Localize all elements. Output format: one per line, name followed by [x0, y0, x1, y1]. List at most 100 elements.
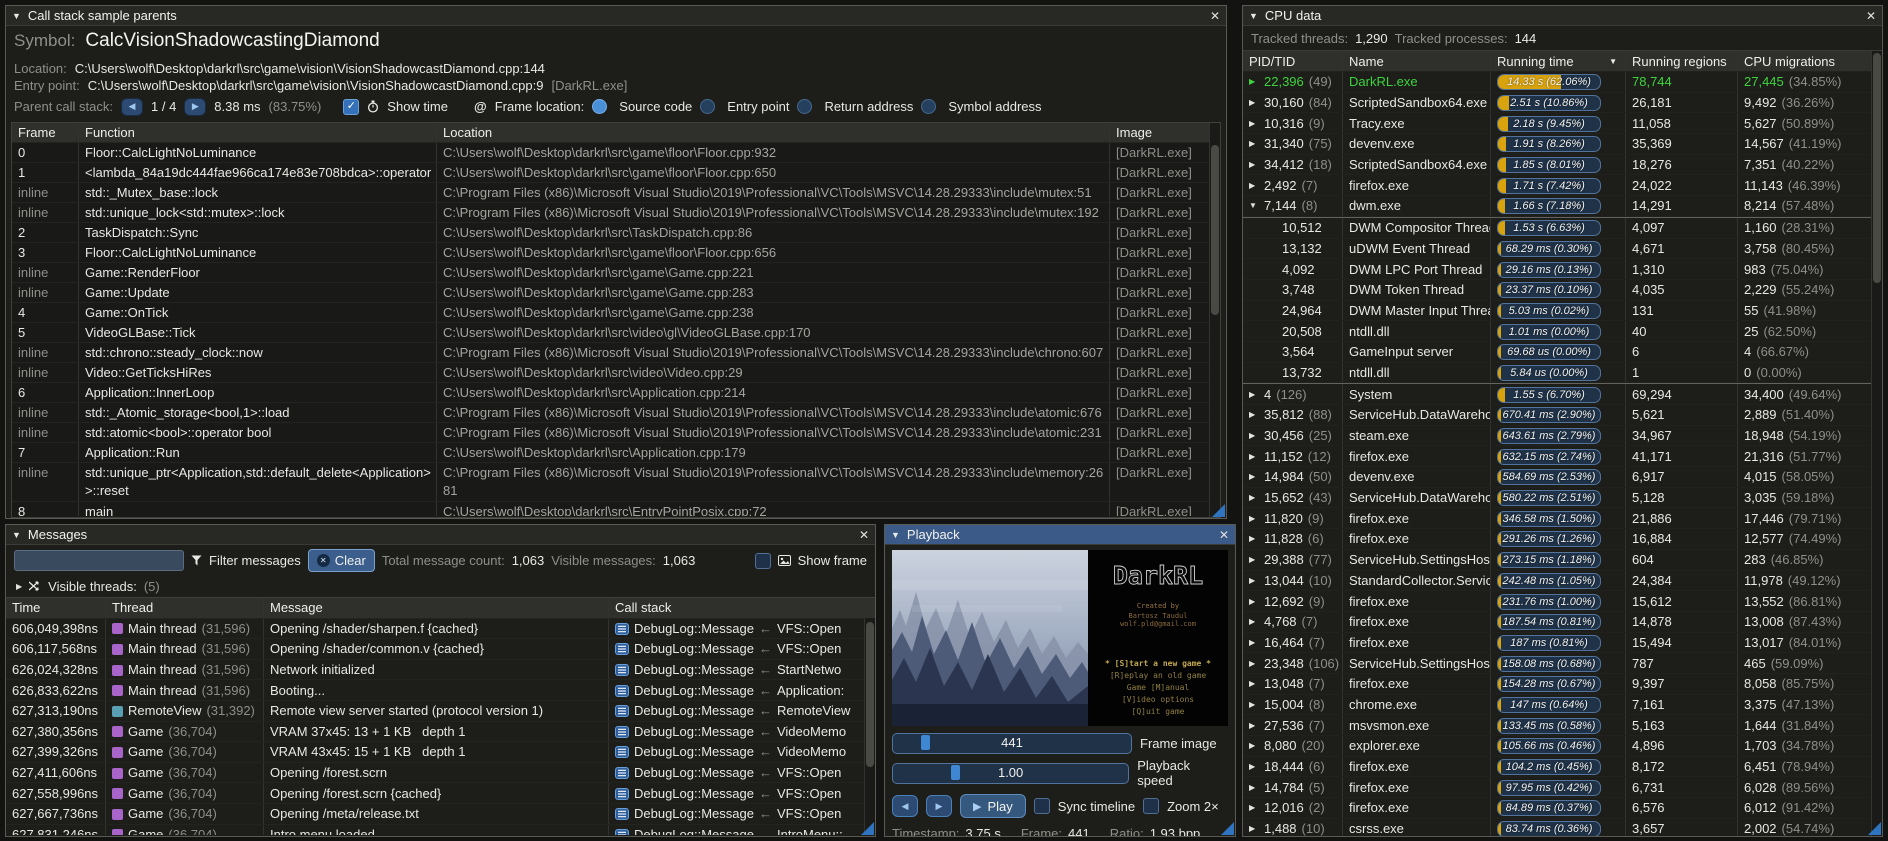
expand-arrow-icon[interactable]: ▶ [1249, 696, 1259, 714]
zoom-2x-checkbox[interactable] [1143, 798, 1159, 814]
cpu-row[interactable]: ▶14,984(50)devenv.exe584.69 ms (2.53%)6,… [1243, 467, 1882, 488]
col-thread[interactable]: Thread [106, 598, 264, 618]
expand-arrow-icon[interactable]: ▶ [1249, 779, 1259, 797]
radio-source-code-label[interactable]: Source code [619, 99, 692, 114]
resize-grip[interactable] [1868, 822, 1881, 835]
expand-arrow-icon[interactable]: ▶ [1249, 572, 1259, 590]
radio-symbol-address[interactable] [921, 99, 936, 114]
collapse-icon[interactable]: ▼ [12, 530, 21, 540]
cpu-row[interactable]: ▶12,692(9)firefox.exe231.76 ms (1.00%)15… [1243, 591, 1882, 612]
cpu-row[interactable]: 13,132uDWM Event Thread68.29 ms (0.30%)4… [1243, 239, 1882, 260]
callstack-row[interactable]: 0Floor::CalcLightNoLuminanceC:\Users\wol… [12, 143, 1220, 163]
expand-arrow-icon[interactable]: ▶ [1249, 737, 1259, 755]
close-icon[interactable]: ✕ [1210, 9, 1220, 23]
callstack-row[interactable]: 6Application::InnerLoopC:\Users\wolf\Des… [12, 383, 1220, 403]
expand-arrow-icon[interactable]: ▶ [1249, 593, 1259, 611]
radio-return-address[interactable] [797, 99, 812, 114]
cpu-row[interactable]: ▶27,536(7)msvsmon.exe133.45 ms (0.58%)5,… [1243, 715, 1882, 736]
resize-grip[interactable] [861, 822, 874, 835]
col-cpu-migrations[interactable]: CPU migrations [1738, 51, 1882, 71]
clear-button[interactable]: ✕Clear [308, 549, 375, 572]
expand-icon[interactable]: ▶ [16, 582, 22, 591]
show-frame-checkbox[interactable] [755, 553, 771, 569]
callstack-row[interactable]: 2TaskDispatch::SyncC:\Users\wolf\Desktop… [12, 223, 1220, 243]
cpu-row[interactable]: ▶34,412(18)ScriptedSandbox64.exe1.85 s (… [1243, 155, 1882, 176]
callstack-list-icon[interactable] [615, 685, 629, 697]
entry-point-value[interactable]: C:\Users\wolf\Desktop\darkrl\src\game\vi… [88, 78, 544, 93]
col-function[interactable]: Function [79, 123, 437, 142]
col-frame[interactable]: Frame [12, 123, 79, 142]
expand-arrow-icon[interactable]: ▶ [1249, 530, 1259, 548]
expand-arrow-icon[interactable]: ▶ [1249, 406, 1259, 424]
cpu-row[interactable]: 4,092DWM LPC Port Thread29.16 ms (0.13%)… [1243, 259, 1882, 280]
next-callstack-button[interactable]: ▶ [184, 98, 206, 116]
expand-arrow-icon[interactable]: ▶ [1249, 799, 1259, 817]
scrollbar-thumb[interactable] [866, 622, 874, 767]
message-row[interactable]: 606,117,568nsMain thread(31,596)Opening … [6, 639, 875, 660]
frame-image-slider[interactable]: 441 [892, 733, 1132, 754]
scrollbar-thumb[interactable] [1873, 53, 1881, 283]
collapse-icon[interactable]: ▼ [12, 11, 21, 21]
playback-speed-slider[interactable]: 1.00 [892, 763, 1129, 784]
col-location[interactable]: Location [437, 123, 1110, 142]
col-image[interactable]: Image [1110, 123, 1220, 142]
expand-arrow-icon[interactable]: ▶ [1249, 675, 1259, 693]
cpu-row[interactable]: ▶23,348(106)ServiceHub.SettingsHost158.0… [1243, 653, 1882, 674]
callstack-list-icon[interactable] [615, 788, 629, 800]
callstack-scrollbar[interactable] [1209, 123, 1220, 517]
cpu-row[interactable]: ▼7,144(8)dwm.exe1.66 s (7.18%)14,2918,21… [1243, 196, 1882, 217]
cpu-row[interactable]: ▶15,652(43)ServiceHub.DataWarehou580.22 … [1243, 488, 1882, 509]
step-back-button[interactable]: ◀ [892, 795, 918, 817]
filter-input[interactable] [14, 550, 184, 571]
col-pid-tid[interactable]: PID/TID [1243, 51, 1343, 71]
expand-arrow-icon[interactable]: ▶ [1249, 758, 1259, 776]
cpu-row[interactable]: ▶31,340(75)devenv.exe1.91 s (8.26%)35,36… [1243, 134, 1882, 155]
cpu-row[interactable]: ▶13,044(10)StandardCollector.Servic242.4… [1243, 571, 1882, 592]
message-row[interactable]: 627,411,606nsGame(36,704)Opening /forest… [6, 763, 875, 784]
expand-arrow-icon[interactable]: ▶ [1249, 820, 1259, 837]
expand-arrow-icon[interactable]: ▶ [1249, 448, 1259, 466]
message-row[interactable]: 627,313,190nsRemoteView(31,392)Remote vi… [6, 701, 875, 722]
message-row[interactable]: 627,667,736nsGame(36,704)Opening /meta/r… [6, 804, 875, 825]
expand-arrow-icon[interactable]: ▶ [1249, 427, 1259, 445]
cpu-row[interactable]: 10,512DWM Compositor Thread1.53 s (6.63%… [1243, 217, 1882, 239]
message-row[interactable]: 626,833,622nsMain thread(31,596)Booting.… [6, 680, 875, 701]
message-row[interactable]: 627,831,246nsGame(36,704)Intro menu load… [6, 825, 875, 835]
cpu-row[interactable]: ▶15,004(8)chrome.exe147 ms (0.64%)7,1613… [1243, 695, 1882, 716]
sync-timeline-label[interactable]: Sync timeline [1058, 799, 1135, 814]
col-time[interactable]: Time [6, 598, 106, 618]
cpu-row[interactable]: 24,964DWM Master Input Threa5.03 ms (0.0… [1243, 301, 1882, 322]
cpu-row[interactable]: ▶12,016(2)firefox.exe84.89 ms (0.37%)6,5… [1243, 798, 1882, 819]
message-row[interactable]: 627,399,326nsGame(36,704)VRAM 43x45: 15 … [6, 742, 875, 763]
radio-return-address-label[interactable]: Return address [824, 99, 913, 114]
message-row[interactable]: 606,049,398nsMain thread(31,596)Opening … [6, 619, 875, 640]
callstack-list-icon[interactable] [615, 829, 629, 835]
expand-arrow-icon[interactable]: ▶ [1249, 177, 1259, 195]
col-running-time[interactable]: Running time▼ [1491, 51, 1626, 71]
visible-threads-row[interactable]: ▶ Visible threads: (5) [6, 576, 875, 597]
callstack-row[interactable]: 8mainC:\Users\wolf\Desktop\darkrl\src\En… [12, 502, 1220, 516]
show-time-label[interactable]: Show time [387, 99, 448, 114]
expand-arrow-icon[interactable]: ▶ [1249, 386, 1259, 404]
collapse-arrow-icon[interactable]: ▼ [1249, 197, 1259, 215]
location-value[interactable]: C:\Users\wolf\Desktop\darkrl\src\game\vi… [75, 61, 545, 76]
callstack-list-icon[interactable] [615, 808, 629, 820]
step-forward-button[interactable]: ▶ [926, 795, 952, 817]
callstack-row[interactable]: inlinestd::unique_ptr<Application,std::d… [12, 463, 1220, 502]
callstack-row[interactable]: inlineGame::UpdateC:\Users\wolf\Desktop\… [12, 283, 1220, 303]
cpu-row[interactable]: ▶11,152(12)firefox.exe632.15 ms (2.74%)4… [1243, 446, 1882, 467]
cpu-row[interactable]: ▶16,464(7)firefox.exe187 ms (0.81%)15,49… [1243, 633, 1882, 654]
expand-arrow-icon[interactable]: ▶ [1249, 634, 1259, 652]
callstack-list-icon[interactable] [615, 746, 629, 758]
cpu-row[interactable]: ▶30,160(84)ScriptedSandbox64.exe2.51 s (… [1243, 93, 1882, 114]
cpu-row[interactable]: ▶11,820(9)firefox.exe346.58 ms (1.50%)21… [1243, 508, 1882, 529]
expand-arrow-icon[interactable]: ▶ [1249, 613, 1259, 631]
message-row[interactable]: 627,558,996nsGame(36,704)Opening /forest… [6, 783, 875, 804]
cpu-row[interactable]: ▶4,768(7)firefox.exe187.54 ms (0.81%)14,… [1243, 612, 1882, 633]
callstack-row[interactable]: 5VideoGLBase::TickC:\Users\wolf\Desktop\… [12, 323, 1220, 343]
col-running-regions[interactable]: Running regions [1626, 51, 1738, 71]
collapse-icon[interactable]: ▼ [1249, 11, 1258, 21]
callstack-list-icon[interactable] [615, 664, 629, 676]
callstack-row[interactable]: inlineVideo::GetTicksHiResC:\Users\wolf\… [12, 363, 1220, 383]
callstack-list-icon[interactable] [615, 623, 629, 635]
